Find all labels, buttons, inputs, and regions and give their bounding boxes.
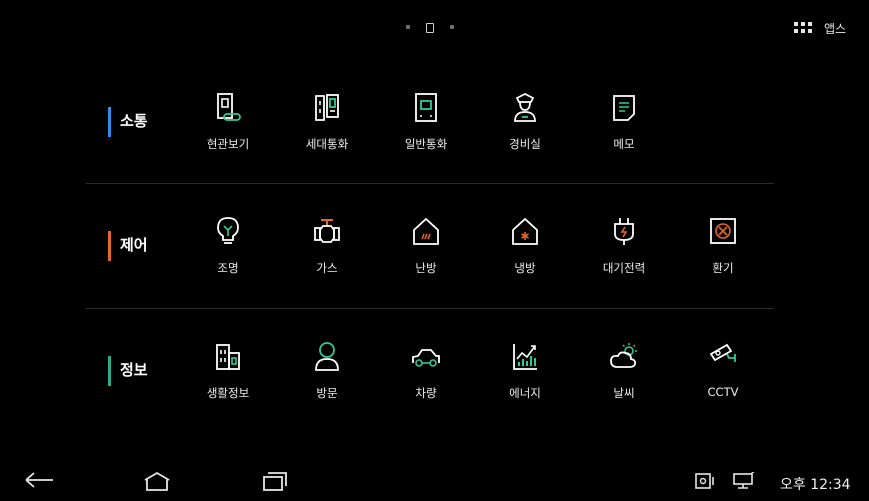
intercom-icon: [315, 94, 339, 121]
building-icon: [216, 344, 240, 370]
tile-visitor[interactable]: 방문: [282, 341, 372, 421]
tile-label: 냉방: [514, 261, 536, 275]
tile-label: 대기전력: [602, 261, 646, 275]
recent-apps-icon: [263, 472, 287, 491]
tile-label: 현관보기: [206, 137, 250, 151]
tile-gas[interactable]: 가스: [282, 216, 372, 296]
standby-power-icon: [614, 218, 634, 245]
category-accent-bar: [108, 356, 111, 386]
tile-label: 차량: [415, 386, 437, 400]
cctv-icon: [709, 343, 736, 362]
apps-button[interactable]: 앱스: [794, 18, 846, 38]
tile-label: 조명: [217, 261, 239, 275]
tile-label: 일반통화: [404, 137, 448, 151]
category-communication: 소통 현관보기 세대통화 일반통화 경비실 메모: [86, 62, 774, 172]
tile-label: 에너지: [509, 386, 541, 400]
ventilation-icon: [710, 218, 736, 244]
back-arrow-icon: [25, 472, 53, 488]
gas-valve-icon: [314, 219, 340, 243]
home-screen: 앱스 소통 현관보기 세대통화 일반통화 경비실 메모 제어 조명 가스 난방 …: [0, 0, 869, 497]
page-dot[interactable]: [406, 25, 410, 29]
tile-label: 난방: [415, 261, 437, 275]
tile-cooling[interactable]: 냉방: [480, 216, 570, 296]
tile-label: 방문: [316, 386, 338, 400]
tile-ventilation[interactable]: 환기: [678, 216, 768, 296]
back-button[interactable]: [22, 462, 56, 497]
guard-icon: [514, 92, 536, 122]
cooling-icon: [512, 217, 538, 245]
tile-cctv[interactable]: CCTV: [678, 341, 768, 421]
category-title: 정보: [120, 361, 148, 379]
tile-lighting[interactable]: 조명: [183, 216, 273, 296]
tile-vehicle[interactable]: 차량: [381, 341, 471, 421]
tile-label: 환기: [712, 261, 734, 275]
tile-label: 가스: [316, 261, 338, 275]
home-icon: [144, 471, 170, 491]
clock: 오후 12:34: [780, 477, 851, 493]
apps-grid-icon: [794, 22, 814, 34]
page-dot[interactable]: [450, 25, 454, 29]
tile-door-view[interactable]: 현관보기: [183, 92, 273, 172]
visitor-icon: [315, 342, 339, 371]
energy-chart-icon: [513, 344, 537, 370]
tile-general-call[interactable]: 일반통화: [381, 92, 471, 172]
car-icon: [412, 349, 440, 367]
section-divider: [86, 308, 774, 309]
tile-label: CCTV: [707, 385, 739, 399]
category-title: 소통: [120, 112, 148, 130]
monitor-status-icon: [733, 472, 755, 489]
heating-icon: [413, 217, 439, 245]
weather-icon: [610, 343, 637, 368]
bulb-icon: [217, 217, 239, 244]
category-information: 정보 생활정보 방문 차량 에너지 날씨 CCTV: [86, 311, 774, 421]
section-divider: [86, 183, 774, 184]
category-accent-bar: [108, 107, 111, 137]
tile-living-info[interactable]: 생활정보: [183, 341, 273, 421]
tile-household-call[interactable]: 세대통화: [282, 92, 372, 172]
tile-label: 메모: [613, 137, 635, 151]
page-indicator: [400, 20, 470, 34]
door-camera-icon: [217, 93, 241, 121]
tile-label: 경비실: [509, 137, 541, 151]
navigation-bar: 오후 12:34: [0, 462, 869, 497]
phone-icon: [415, 93, 437, 122]
category-title: 제어: [120, 236, 148, 254]
tile-heating[interactable]: 난방: [381, 216, 471, 296]
recent-apps-button[interactable]: [262, 462, 288, 497]
tile-label: 세대통화: [305, 137, 349, 151]
tile-label: 생활정보: [206, 386, 250, 400]
apps-label: 앱스: [824, 21, 847, 36]
category-control: 제어 조명 가스 난방 냉방 대기전력 환기: [86, 186, 774, 296]
tile-guard-room[interactable]: 경비실: [480, 92, 570, 172]
tile-label: 날씨: [613, 386, 635, 400]
tile-memo[interactable]: 메모: [579, 92, 669, 172]
category-accent-bar: [108, 231, 111, 261]
page-dot-current[interactable]: [426, 23, 434, 33]
tile-standby-power[interactable]: 대기전력: [579, 216, 669, 296]
home-button[interactable]: [142, 462, 172, 497]
tile-weather[interactable]: 날씨: [579, 341, 669, 421]
memo-icon: [613, 95, 635, 121]
tile-energy[interactable]: 에너지: [480, 341, 570, 421]
door-camera-status-icon: [695, 473, 714, 489]
